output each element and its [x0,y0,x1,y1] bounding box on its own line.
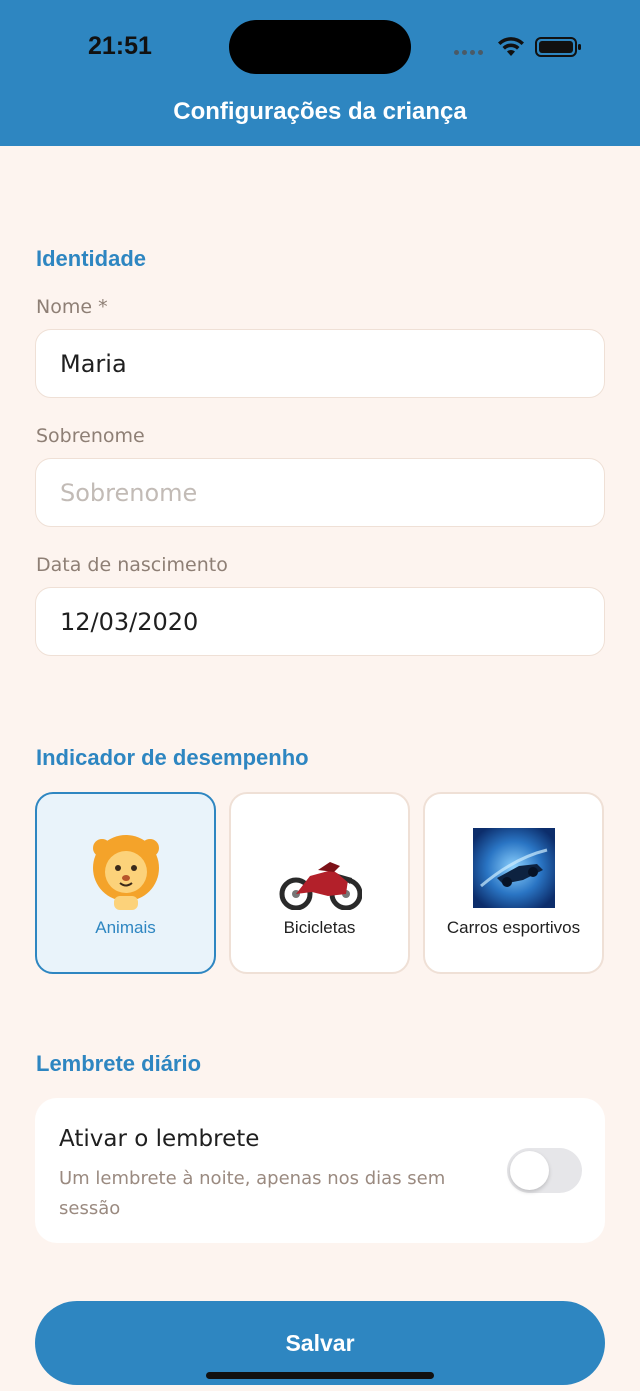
motorcycle-icon [279,862,362,910]
last-name-label: Sobrenome [36,425,145,447]
first-name-label: Nome * [36,296,108,318]
performance-section-title: Indicador de desempenho [36,745,309,770]
birth-date-field[interactable]: 12/03/2020 [35,587,605,656]
indicator-option-animals[interactable]: Animais [35,792,216,974]
reminder-title: Ativar o lembrete [59,1126,260,1152]
wifi-icon [498,37,524,56]
first-name-field[interactable]: Maria [35,329,605,398]
home-indicator [206,1372,434,1379]
indicator-option-sports-cars[interactable]: Carros esportivos [423,792,604,974]
first-name-value: Maria [60,349,127,378]
app-header: 21:51 Configurações da criança [0,0,640,146]
reminder-description: Um lembrete à noite, apenas nos dias sem… [59,1168,446,1219]
indicator-option-label: Bicicletas [283,918,356,937]
page-title: Configurações da criança [173,98,467,125]
lion-icon [92,835,159,910]
last-name-placeholder: Sobrenome [60,478,198,507]
reminder-section-title: Lembrete diário [36,1051,202,1076]
indicator-option-bicycles[interactable]: Bicicletas [229,792,410,974]
reminder-toggle[interactable] [507,1148,582,1193]
reminder-card: Ativar o lembrete Um lembrete à noite, a… [35,1098,605,1243]
last-name-field[interactable]: Sobrenome [35,458,605,527]
cellular-signal-icon [454,50,483,55]
identity-section-title: Identidade [36,246,147,271]
sports-car-icon [472,828,555,908]
toggle-knob [510,1151,549,1190]
dynamic-island [229,20,411,74]
birth-date-value: 12/03/2020 [60,607,199,636]
status-time: 21:51 [88,32,152,60]
battery-icon [535,37,581,57]
birth-date-label: Data de nascimento [36,554,228,576]
indicator-option-label: Carros esportivos [446,918,581,937]
indicator-option-label: Animais [95,918,156,937]
